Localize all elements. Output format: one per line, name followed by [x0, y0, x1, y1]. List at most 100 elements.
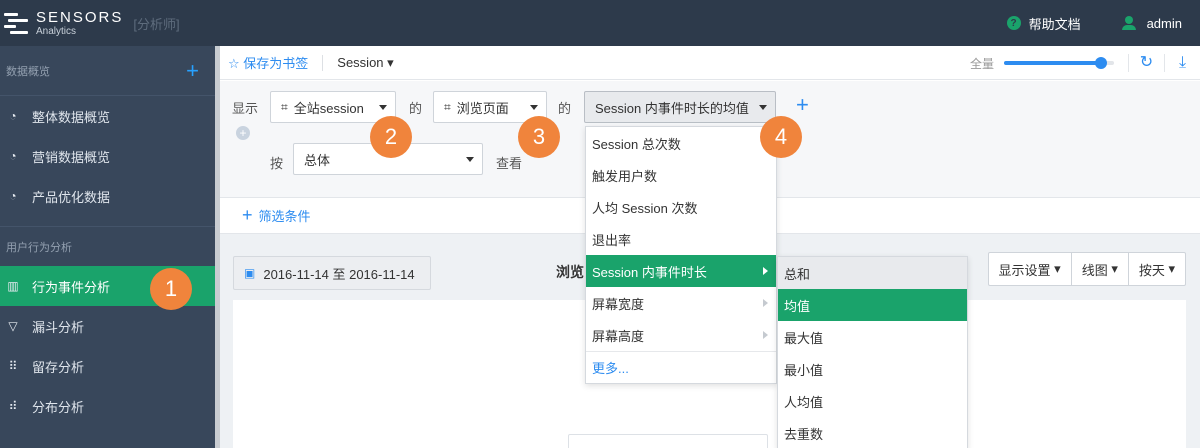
- user-icon: [1121, 16, 1137, 30]
- menu-item-label: 屏幕宽度: [592, 296, 645, 312]
- menu-item-sum[interactable]: 总和: [778, 257, 967, 289]
- menu-item-label: 触发用户数: [592, 168, 658, 184]
- step-callout-4: 4: [760, 116, 802, 158]
- sidebar-item-label: 营销数据概览: [32, 149, 111, 165]
- save-bookmark-link[interactable]: ☆ 保存为书签: [228, 53, 308, 72]
- menu-item-label: 更多...: [592, 361, 629, 376]
- sampling-slider[interactable]: [1004, 57, 1114, 69]
- metric-menu: Session 总次数 触发用户数 人均 Session 次数 退出率 Sess…: [585, 126, 777, 384]
- menu-item-avg-session[interactable]: 人均 Session 次数: [586, 191, 776, 223]
- menu-item-label: Session 总次数: [592, 136, 681, 152]
- menu-item-label: 屏幕高度: [592, 328, 645, 344]
- scan-icon: ⌗: [444, 99, 451, 114]
- button-label: 按天: [1138, 262, 1165, 278]
- menu-item-label: Session 内事件时长: [592, 264, 707, 280]
- plus-icon: +: [242, 205, 253, 225]
- session-dropdown[interactable]: Session ▾: [337, 55, 393, 71]
- of-label-2: 的: [558, 101, 572, 116]
- chevron-down-icon: [759, 105, 767, 110]
- sidebar-item-label: 分布分析: [32, 399, 85, 415]
- menu-item-exit-rate[interactable]: 退出率: [586, 223, 776, 255]
- chart-title: 浏览: [556, 264, 584, 280]
- dashboard-icon: ◔: [9, 189, 17, 203]
- help-label: 帮助文档: [1028, 16, 1081, 32]
- funnel-icon: ▽: [8, 319, 18, 333]
- dashboard-icon: ◔: [9, 149, 17, 163]
- chart-placeholder: [568, 434, 768, 448]
- sidebar-item-funnel[interactable]: ▽ 漏斗分析: [0, 306, 215, 346]
- sidebar-item-marketing[interactable]: ◔ 营销数据概览: [0, 136, 215, 176]
- aggregation-menu: 总和 均值 最大值 最小值 人均值 去重数: [777, 256, 968, 448]
- sidebar-item-product[interactable]: ◔ 产品优化数据: [0, 176, 215, 216]
- menu-item-max[interactable]: 最大值: [778, 321, 967, 353]
- menu-item-min[interactable]: 最小值: [778, 353, 967, 385]
- chart-options: 显示设置 ▾ 线图 ▾ 按天 ▾: [987, 252, 1186, 286]
- user-name: admin: [1146, 15, 1182, 31]
- divider: [322, 54, 324, 71]
- display-settings-button[interactable]: 显示设置 ▾: [989, 253, 1071, 285]
- view-label: 查看: [496, 156, 523, 171]
- add-metric-icon[interactable]: +: [796, 94, 809, 116]
- menu-item-distinct[interactable]: 去重数: [778, 417, 967, 448]
- brand-name: SENSORS: [36, 8, 124, 26]
- chevron-down-icon: [379, 105, 387, 110]
- user-menu[interactable]: admin: [1121, 16, 1182, 31]
- step-callout-1: 1: [150, 268, 192, 310]
- step-callout-2: 2: [370, 116, 412, 158]
- dashboard-icon: ◔: [9, 109, 17, 123]
- add-dashboard-icon[interactable]: +: [186, 60, 199, 82]
- chevron-down-icon: [466, 157, 474, 162]
- help-link[interactable]: ? 帮助文档: [1006, 14, 1081, 33]
- section-title: 用户行为分析: [6, 241, 72, 254]
- section-title: 数据概览: [6, 65, 50, 78]
- menu-item-more[interactable]: 更多...: [586, 351, 776, 383]
- sidebar-item-distribution[interactable]: ⠾ 分布分析: [0, 386, 215, 426]
- slider-knob[interactable]: [1094, 57, 1107, 69]
- menu-item-label: 最小值: [784, 362, 824, 378]
- sidebar-item-retention[interactable]: ⠿ 留存分析: [0, 346, 215, 386]
- granularity-button[interactable]: 按天 ▾: [1127, 253, 1185, 285]
- menu-item-screen-height[interactable]: 屏幕高度: [586, 319, 776, 351]
- refresh-icon[interactable]: ↻: [1128, 54, 1164, 72]
- role-label: [分析师]: [133, 16, 180, 32]
- brand-sub: Analytics: [36, 25, 77, 37]
- chart-type-button[interactable]: 线图 ▾: [1070, 253, 1128, 285]
- subject-value: 全站session: [293, 100, 364, 116]
- menu-item-label: 去重数: [784, 426, 824, 442]
- menu-item-event-duration[interactable]: Session 内事件时长: [586, 255, 776, 287]
- top-bar: SENSORS Analytics [分析师] ? 帮助文档 admin: [0, 0, 1200, 46]
- menu-item-screen-width[interactable]: 屏幕宽度: [586, 287, 776, 319]
- brand-logo[interactable]: SENSORS Analytics [分析师]: [4, 8, 180, 38]
- add-subject-icon[interactable]: +: [236, 126, 250, 140]
- sidebar-item-label: 漏斗分析: [32, 319, 85, 335]
- sidebar-item-label: 整体数据概览: [32, 109, 111, 125]
- menu-item-trigger-users[interactable]: 触发用户数: [586, 159, 776, 191]
- scan-icon: ⌗: [281, 99, 288, 114]
- menu-item-label: 最大值: [784, 330, 824, 346]
- sidebar-item-overall[interactable]: ◔ 整体数据概览: [0, 96, 215, 136]
- menu-item-session-count[interactable]: Session 总次数: [586, 127, 776, 159]
- calendar-icon: ▣: [244, 266, 256, 280]
- help-icon: ?: [1006, 16, 1021, 30]
- menu-item-mean[interactable]: 均值: [778, 289, 967, 321]
- menu-item-per-user[interactable]: 人均值: [778, 385, 967, 417]
- menu-item-label: 均值: [784, 298, 811, 314]
- metric-value: Session 内事件时长的均值: [595, 100, 749, 116]
- download-icon[interactable]: ⤓: [1164, 54, 1200, 72]
- date-range-picker[interactable]: ▣ 2016-11-14 至 2016-11-14: [233, 256, 431, 290]
- sidebar-section-behavior: 用户行为分析: [0, 226, 215, 266]
- toolbar: ☆ 保存为书签 Session ▾ 全量 ↻ ⤓: [220, 46, 1200, 80]
- metric-select[interactable]: Session 内事件时长的均值: [584, 91, 776, 123]
- step-callout-3: 3: [518, 116, 560, 158]
- subject-select[interactable]: ⌗ 全站session: [270, 91, 396, 123]
- chevron-down-icon: [530, 105, 538, 110]
- sidebar-section-overview: 数据概览 +: [0, 46, 215, 96]
- chevron-right-icon: [763, 331, 768, 339]
- distribution-icon: ⠾: [8, 399, 18, 413]
- sidebar: 数据概览 + ◔ 整体数据概览 ◔ 营销数据概览 ◔ 产品优化数据 用户行为分析…: [0, 46, 215, 448]
- date-range-value: 2016-11-14 至 2016-11-14: [263, 266, 415, 282]
- slider-fill: [1004, 61, 1101, 65]
- by-label: 按: [270, 156, 284, 171]
- retention-icon: ⠿: [8, 359, 18, 373]
- menu-item-label: 总和: [784, 266, 811, 282]
